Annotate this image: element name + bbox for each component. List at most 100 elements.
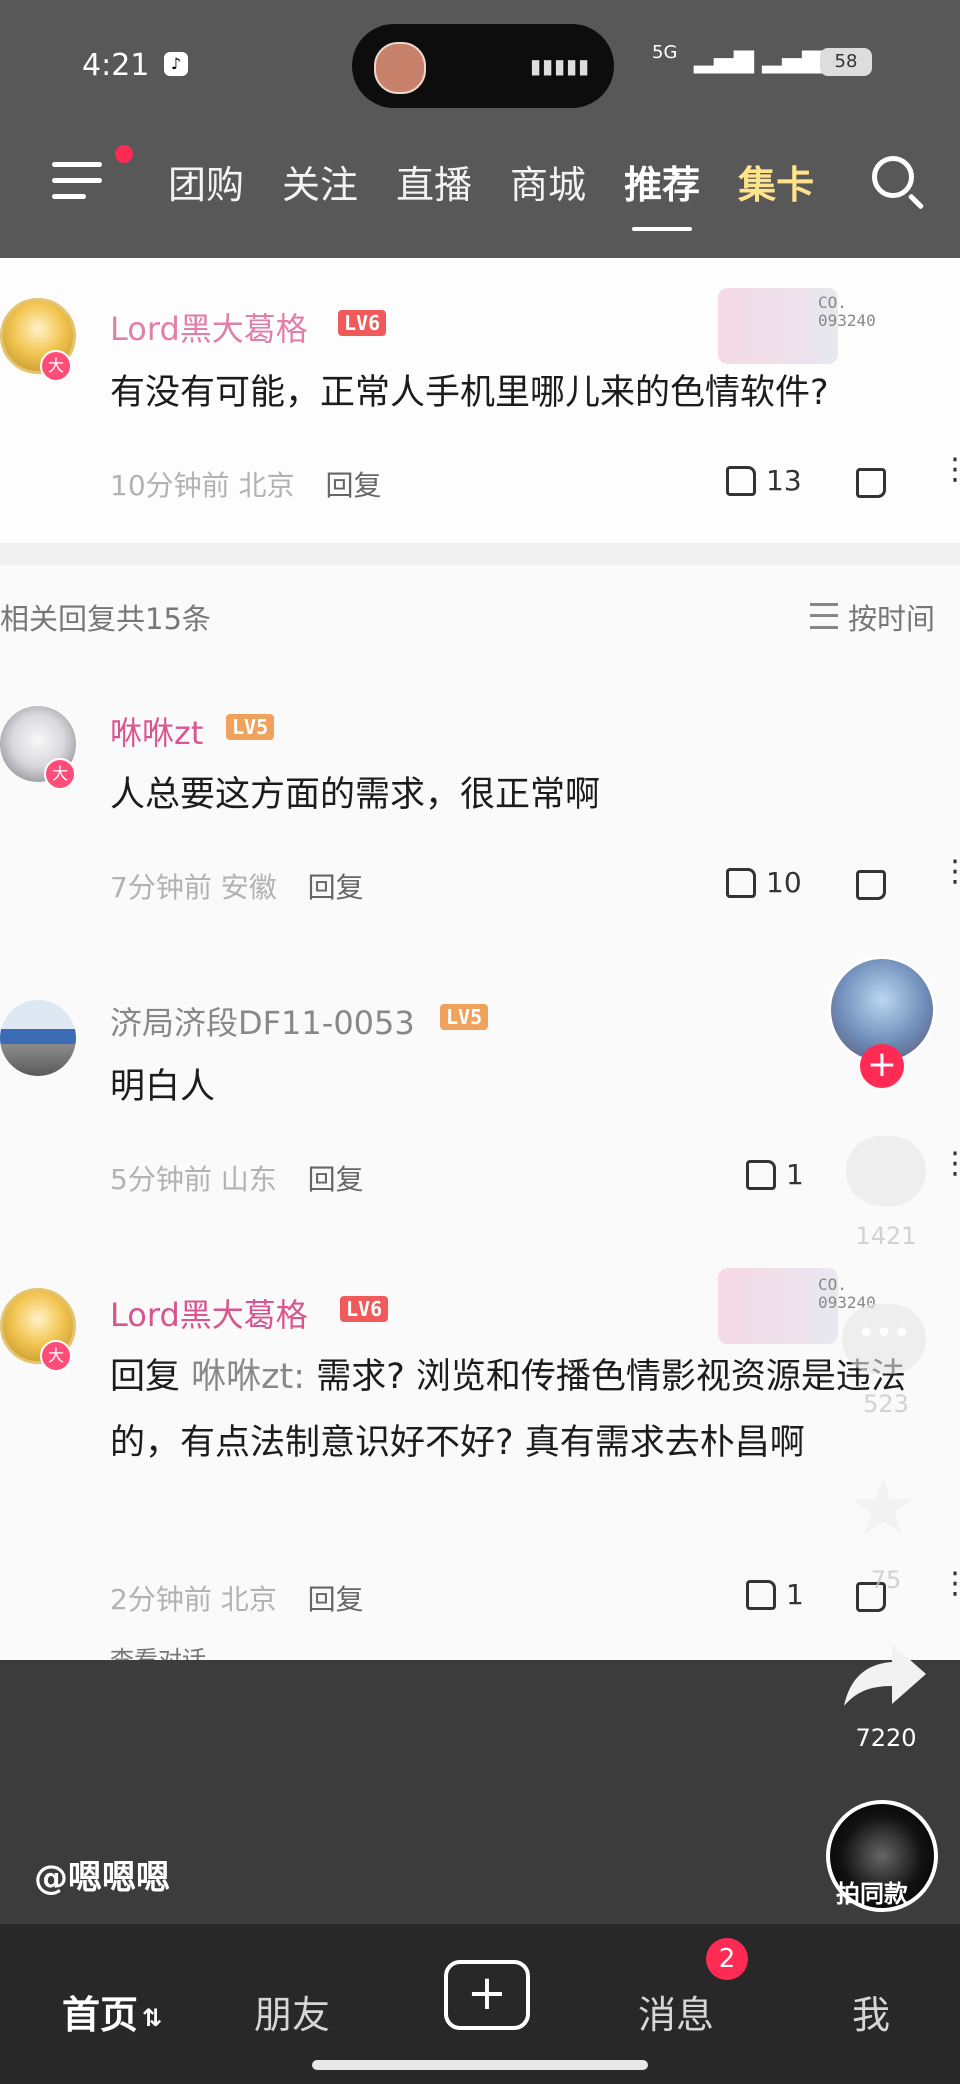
share-icon[interactable] bbox=[842, 1640, 928, 1710]
top-bar: 4:21 ♪ ▮▮▮▮▮ 5G ▂▄▆ ▂▄▆ ◠ 58 团购 关注 直播 商城… bbox=[0, 0, 960, 258]
home-indicator bbox=[312, 2060, 648, 2070]
thumbs-down-icon[interactable] bbox=[856, 870, 886, 900]
comment-location: 北京 bbox=[220, 1583, 277, 1616]
level-badge: LV6 bbox=[338, 310, 387, 336]
username[interactable]: Lord黑大葛格 bbox=[110, 1290, 308, 1336]
sort-label: 按时间 bbox=[848, 602, 936, 636]
tab-group-buy[interactable]: 团购 bbox=[168, 154, 244, 209]
level-badge: LV5 bbox=[440, 1004, 489, 1030]
nav-friends[interactable]: 朋友 bbox=[254, 1984, 330, 2039]
tab-collect-cards[interactable]: 集卡 bbox=[738, 154, 814, 209]
more-icon[interactable]: ⋮ bbox=[940, 1149, 960, 1179]
comment-location: 山东 bbox=[220, 1163, 277, 1196]
messages-badge: 2 bbox=[706, 1938, 748, 1980]
top-nav-tabs: 团购 关注 直播 商城 推荐 集卡 bbox=[168, 154, 852, 231]
like-total: 1421 bbox=[855, 1222, 917, 1250]
favorite-total: 75 bbox=[870, 1566, 902, 1594]
battery-indicator: 58 bbox=[820, 48, 872, 76]
nav-messages[interactable]: 消息 bbox=[638, 1984, 714, 2039]
like-button[interactable]: 13 bbox=[726, 464, 802, 497]
comment-time: 5分钟前 bbox=[110, 1163, 212, 1196]
like-button[interactable]: 1 bbox=[746, 1578, 804, 1611]
comment-text: 回复 咻咻zt: 需求? 浏览和传播色情影视资源是违法的，有点法制意识好不好? … bbox=[110, 1344, 940, 1476]
sort-icon bbox=[810, 603, 838, 629]
rank-badge: 大 bbox=[40, 350, 72, 382]
create-button[interactable]: + bbox=[444, 1960, 530, 2030]
thumbs-down-icon[interactable] bbox=[856, 468, 886, 498]
thumbs-up-icon bbox=[746, 1159, 776, 1190]
audio-wave-icon: ▮▮▮▮▮ bbox=[529, 54, 590, 78]
reply-button[interactable]: 回复 bbox=[308, 1583, 364, 1616]
status-time: 4:21 bbox=[82, 48, 150, 83]
comment-text: 明白人 bbox=[110, 1067, 216, 1107]
thumbs-up-icon bbox=[746, 1579, 776, 1610]
level-badge: LV6 bbox=[340, 1296, 389, 1322]
replies-count: 相关回复共15条 bbox=[0, 602, 211, 636]
notification-dot bbox=[115, 145, 133, 163]
search-icon[interactable] bbox=[872, 156, 914, 198]
view-conversation-link[interactable]: 查看对话 bbox=[110, 1640, 206, 1660]
reply-button[interactable]: 回复 bbox=[308, 871, 364, 904]
thumbs-up-icon bbox=[726, 465, 756, 496]
more-icon[interactable]: ⋮ bbox=[940, 857, 960, 887]
bottom-nav: 首页 ⇅ 朋友 + 消息 2 我 bbox=[0, 1924, 960, 2084]
username[interactable]: 咻咻zt bbox=[110, 708, 203, 754]
avatar[interactable] bbox=[0, 1000, 76, 1076]
rank-badge: 大 bbox=[44, 758, 76, 790]
use-sound-label[interactable]: 拍同款 bbox=[836, 1874, 908, 1909]
comment-time: 10分钟前 bbox=[110, 469, 230, 502]
level-badge: LV5 bbox=[226, 714, 275, 740]
divider bbox=[0, 543, 960, 565]
menu-icon[interactable] bbox=[52, 162, 102, 200]
like-count: 1 bbox=[786, 1158, 804, 1191]
comment-total: 523 bbox=[863, 1390, 909, 1418]
heart-icon[interactable] bbox=[846, 1136, 926, 1206]
dynamic-island[interactable]: ▮▮▮▮▮ bbox=[352, 24, 614, 108]
comment-meta: 10分钟前 北京 回复 bbox=[110, 464, 381, 504]
video-author[interactable]: @嗯嗯嗯 bbox=[34, 1850, 170, 1899]
comment-text: 人总要这方面的需求，很正常啊 bbox=[110, 775, 601, 815]
refresh-icon: ⇅ bbox=[142, 2003, 163, 2032]
like-count: 13 bbox=[766, 464, 802, 497]
more-icon[interactable]: ⋮ bbox=[940, 455, 960, 485]
reply-prefix: 回复 bbox=[110, 1357, 181, 1397]
comment-time: 2分钟前 bbox=[110, 1583, 212, 1616]
reply-button[interactable]: 回复 bbox=[308, 1163, 364, 1196]
like-count: 1 bbox=[786, 1578, 804, 1611]
tiktok-icon: ♪ bbox=[164, 52, 188, 76]
tab-following[interactable]: 关注 bbox=[282, 154, 358, 209]
more-icon[interactable]: ⋮ bbox=[940, 1569, 960, 1599]
username[interactable]: 济局济段DF11-0053 bbox=[110, 998, 415, 1044]
star-icon[interactable]: ★ bbox=[848, 1468, 918, 1548]
follow-plus-icon[interactable]: + bbox=[860, 1044, 904, 1088]
comment-meta: 5分钟前 山东 回复 bbox=[110, 1158, 364, 1198]
reply-button[interactable]: 回复 bbox=[325, 469, 381, 502]
thumbs-up-icon bbox=[726, 867, 756, 898]
username[interactable]: Lord黑大葛格 bbox=[110, 304, 308, 350]
tab-recommend[interactable]: 推荐 bbox=[624, 154, 700, 231]
comment-bubble-icon[interactable]: ••• bbox=[842, 1304, 926, 1374]
comment-text: 有没有可能，正常人手机里哪儿来的色情软件? bbox=[110, 373, 829, 413]
comment-location: 北京 bbox=[238, 469, 295, 502]
like-button[interactable]: 10 bbox=[726, 866, 802, 899]
like-count: 10 bbox=[766, 866, 802, 899]
comment-location: 安徽 bbox=[220, 871, 277, 904]
nav-home[interactable]: 首页 ⇅ bbox=[62, 1984, 162, 2039]
rank-badge: 大 bbox=[40, 1340, 72, 1372]
comment-sheet: 大 Lord黑大葛格 LV6 CO. 093240 有没有可能，正常人手机里哪儿… bbox=[0, 258, 960, 1660]
tab-mall[interactable]: 商城 bbox=[510, 154, 586, 209]
live-avatar bbox=[374, 42, 426, 94]
sort-button[interactable]: 按时间 bbox=[810, 596, 935, 638]
share-total: 7220 bbox=[855, 1724, 917, 1752]
fan-badge-code: CO. 093240 bbox=[818, 293, 876, 330]
nav-home-label: 首页 bbox=[62, 1993, 139, 2037]
tab-live[interactable]: 直播 bbox=[396, 154, 472, 209]
comment-time: 7分钟前 bbox=[110, 871, 212, 904]
like-button[interactable]: 1 bbox=[746, 1158, 804, 1191]
top-comment: 大 Lord黑大葛格 LV6 CO. 093240 有没有可能，正常人手机里哪儿… bbox=[0, 258, 960, 543]
reply-to-user[interactable]: 咻咻zt: bbox=[191, 1357, 305, 1397]
nav-me[interactable]: 我 bbox=[852, 1984, 890, 2039]
signal-label: 5G bbox=[652, 42, 678, 63]
comment-meta: 7分钟前 安徽 回复 bbox=[110, 866, 364, 906]
comment-meta: 2分钟前 北京 回复 bbox=[110, 1578, 364, 1618]
